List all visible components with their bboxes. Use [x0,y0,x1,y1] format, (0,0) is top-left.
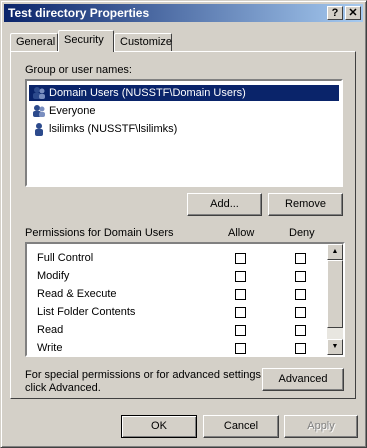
allow-full-control-checkbox[interactable] [235,253,246,264]
allow-modify-checkbox[interactable] [235,271,246,282]
help-button[interactable]: ? [327,6,343,20]
close-button[interactable]: ✕ [345,6,361,20]
perm-label-modify: Modify [37,270,70,282]
allow-header: Allow [228,227,255,239]
window-title: Test directory Properties [8,6,150,20]
scroll-down-arrow-icon[interactable]: ▼ [327,339,343,355]
deny-read-checkbox[interactable] [295,325,306,336]
user-icon [35,123,43,136]
permissions-scrollbar[interactable]: ▲ ▼ [327,244,343,355]
deny-write-checkbox[interactable] [295,343,306,354]
add-button[interactable]: Add... [187,193,262,216]
advanced-button[interactable]: Advanced [262,368,344,391]
list-item[interactable]: Everyone [29,103,95,119]
deny-header: Deny [289,227,315,239]
scroll-thumb[interactable] [327,260,343,328]
list-item-label: Domain Users (NUSSTF\Domain Users) [49,87,246,99]
groups-heading: Group or user names: [25,64,132,76]
remove-button[interactable]: Remove [268,193,343,216]
users-group-icon [33,87,45,99]
title-bar[interactable]: Test directory Properties ? ✕ [4,4,363,22]
allow-read-checkbox[interactable] [235,325,246,336]
perm-label-read: Read [37,324,64,336]
list-item[interactable]: Domain Users (NUSSTF\Domain Users) [29,85,339,101]
deny-read-execute-checkbox[interactable] [295,289,306,300]
allow-list-folder-checkbox[interactable] [235,307,246,318]
tab-security[interactable]: Security [58,30,114,52]
allow-write-checkbox[interactable] [235,343,246,354]
list-item[interactable]: lsilimks (NUSSTF\lsilimks) [29,121,177,137]
security-panel: Group or user names: Domain Users (NUSST… [10,51,356,399]
users-group-icon [33,105,45,117]
perm-label-read-execute: Read & Execute [37,288,117,300]
advanced-note-line1: For special permissions or for advanced … [25,369,265,381]
list-item-label: Everyone [49,105,96,117]
cancel-button[interactable]: Cancel [203,415,279,438]
scroll-up-arrow-icon[interactable]: ▲ [327,244,343,260]
perm-label-write: Write [37,342,63,354]
deny-list-folder-checkbox[interactable] [295,307,306,318]
permissions-list: Full Control Modify Read & Execute List … [25,242,345,357]
perm-label-full-control: Full Control [37,252,94,264]
permissions-heading: Permissions for Domain Users [25,227,174,239]
ok-button[interactable]: OK [121,415,197,438]
list-item-label: lsilimks (NUSSTF\lsilimks) [49,123,178,135]
deny-modify-checkbox[interactable] [295,271,306,282]
apply-button[interactable]: Apply [284,415,358,438]
properties-dialog: Test directory Properties ? ✕ General Se… [0,0,367,448]
tab-general[interactable]: General [10,33,58,51]
allow-read-execute-checkbox[interactable] [235,289,246,300]
group-user-list[interactable]: Domain Users (NUSSTF\Domain Users) Every… [25,79,343,187]
perm-label-list-folder: List Folder Contents [37,306,136,318]
deny-full-control-checkbox[interactable] [295,253,306,264]
advanced-note-line2: click Advanced. [25,382,101,394]
tab-customize[interactable]: Customize [114,33,172,51]
